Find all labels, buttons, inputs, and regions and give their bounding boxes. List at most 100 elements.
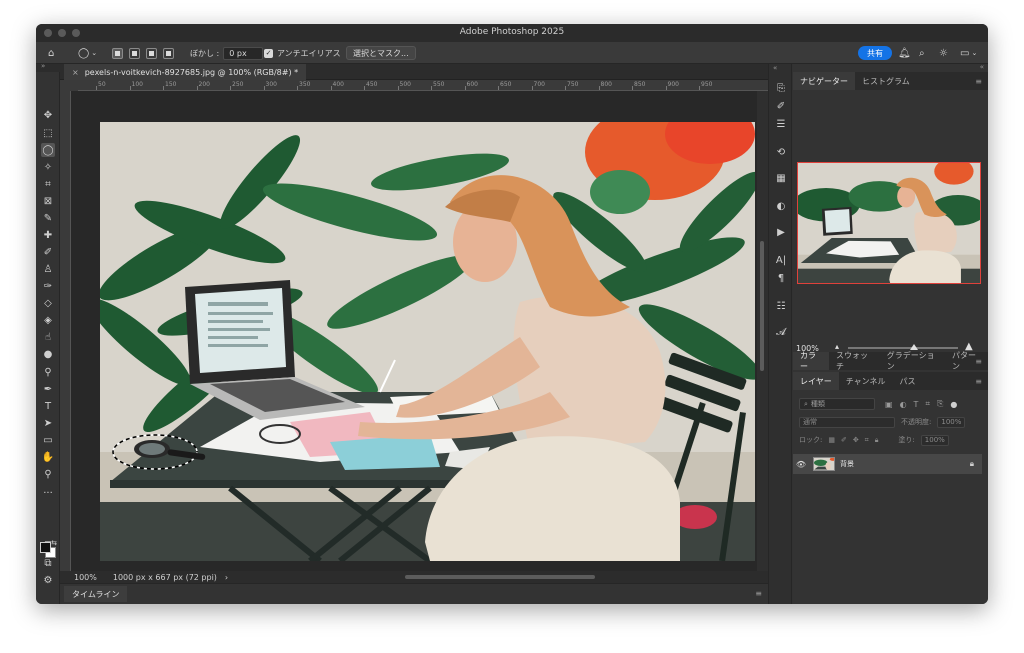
dock-collapse-icon[interactable]: «	[980, 63, 984, 71]
eraser-tool-icon[interactable]: ◇	[41, 296, 55, 310]
tab-color[interactable]: カラー	[793, 351, 830, 371]
healing-brush-tool-icon[interactable]: ✚	[41, 228, 55, 242]
collapse-icon[interactable]: «	[773, 64, 777, 72]
filter-adjustment-icon[interactable]: ◐	[900, 400, 907, 409]
filter-pixel-icon[interactable]: ▣	[885, 400, 893, 409]
hand-tool-icon[interactable]: ✋	[41, 450, 55, 464]
document-info-arrow-icon[interactable]: ›	[225, 573, 228, 582]
search-icon[interactable]: ⌕	[919, 46, 925, 60]
navigator-preview[interactable]	[797, 162, 981, 284]
magic-wand-tool-icon[interactable]: ✧	[41, 160, 55, 174]
horizontal-ruler[interactable]: 50 100 150 200 250 300 350 400 450 500 550 600 650 70…	[78, 80, 768, 91]
filter-smart-object-icon[interactable]: ⎘	[937, 399, 943, 409]
actions-panel-icon[interactable]: ▶	[775, 226, 787, 238]
fill-input[interactable]: 100%	[920, 434, 949, 446]
path-selection-tool-icon[interactable]: ➤	[41, 416, 55, 430]
rectangle-tool-icon[interactable]: ▭	[41, 433, 55, 447]
lasso-preset-icon[interactable]: ◯ ⌄	[78, 46, 97, 60]
swatches-menu-icon[interactable]: ≡	[975, 357, 982, 366]
horizontal-scroll-thumb[interactable]	[405, 575, 595, 579]
canvas-image[interactable]	[100, 122, 755, 561]
workspace-icon[interactable]: ▭ ⌄	[960, 46, 977, 60]
edit-toolbar-icon[interactable]: ⚙	[41, 573, 55, 587]
libraries-panel-icon[interactable]: ▦	[775, 172, 787, 184]
brushes-panel-icon[interactable]: ✐	[775, 100, 787, 112]
pen-tool-icon[interactable]: ✒	[41, 382, 55, 396]
select-and-mask-button[interactable]: 選択とマスク...	[346, 46, 416, 60]
vertical-scrollbar[interactable]	[757, 91, 768, 571]
marquee-tool-icon[interactable]: ⬚	[41, 126, 55, 140]
new-selection-icon[interactable]	[112, 47, 123, 59]
paragraph-panel-icon[interactable]: ¶	[775, 272, 787, 284]
vertical-scroll-thumb[interactable]	[760, 241, 764, 371]
screen-mode-icon[interactable]: ⧉	[41, 556, 55, 570]
tab-navigator[interactable]: ナビゲーター	[793, 72, 855, 90]
ruler-tick-label: 250	[232, 81, 244, 88]
timeline-tab[interactable]: タイムライン	[64, 586, 128, 602]
filter-shape-icon[interactable]: ⌗	[925, 399, 930, 409]
frame-tool-icon[interactable]: ⊠	[41, 194, 55, 208]
ruler-tick-label: 700	[533, 81, 545, 88]
navigator-menu-icon[interactable]: ≡	[975, 77, 982, 86]
smudge-tool-icon[interactable]: ☝	[41, 330, 55, 344]
history-panel-icon[interactable]: ⎘	[775, 82, 787, 94]
ruler-tick-label: 400	[332, 81, 344, 88]
character-panel-icon[interactable]: A|	[775, 254, 787, 266]
document-tab[interactable]: × pexels-n-voitkevich-8927685.jpg @ 100%…	[64, 64, 307, 80]
brush-tool-icon[interactable]: ✐	[41, 245, 55, 259]
type-tool-icon[interactable]: T	[41, 399, 55, 413]
ruler-origin[interactable]	[60, 80, 78, 91]
lock-transparent-icon[interactable]: ▦	[828, 436, 835, 444]
notifications-bell-icon[interactable]: 🔔︎	[898, 46, 911, 60]
lock-all-icon[interactable]: 🔒︎	[875, 436, 879, 445]
filter-toggle-icon[interactable]: ●	[950, 400, 957, 409]
paint-bucket-tool-icon[interactable]: ◈	[41, 313, 55, 327]
adjustments-panel-icon[interactable]: ◐	[775, 200, 787, 212]
vertical-ruler[interactable]	[60, 91, 71, 571]
lock-paint-icon[interactable]: ✐	[841, 436, 847, 444]
blend-mode-select[interactable]: 通常	[799, 416, 895, 428]
eyedropper-tool-icon[interactable]: ✎	[41, 211, 55, 225]
glyphs-panel-icon[interactable]: 𝓐	[775, 326, 787, 338]
antialias-checkbox[interactable]: ✓	[264, 48, 273, 58]
dodge-tool-icon[interactable]: ●	[41, 347, 55, 361]
add-selection-icon[interactable]	[129, 47, 140, 59]
adjust-sliders-icon[interactable]: ☷	[775, 300, 787, 312]
layer-lock-icon[interactable]: 🔒︎	[970, 459, 974, 469]
crop-tool-icon[interactable]: ⌗	[41, 177, 55, 191]
close-tab-icon[interactable]: ×	[72, 68, 79, 77]
layer-filter-search[interactable]: ⌕ 種類	[799, 398, 875, 410]
filter-type-icon[interactable]: T	[914, 400, 919, 409]
lasso-tool-icon[interactable]: ◯	[41, 143, 55, 157]
foreground-color-swatch[interactable]	[40, 542, 51, 553]
properties-panel-icon[interactable]: ☰	[775, 118, 787, 130]
layer-row-background[interactable]: 👁︎ 背景 🔒︎	[793, 454, 982, 474]
tab-swatches[interactable]: スウォッチ	[829, 351, 880, 371]
subtract-selection-icon[interactable]	[146, 47, 157, 59]
tab-paths[interactable]: パス	[893, 372, 923, 390]
share-button[interactable]: 共有	[858, 46, 892, 60]
discover-lightbulb-icon[interactable]: ☼	[939, 46, 948, 60]
lock-position-icon[interactable]: ✥	[853, 436, 859, 444]
lock-artboard-icon[interactable]: ⌗	[865, 436, 869, 445]
intersect-selection-icon[interactable]	[163, 47, 174, 59]
feather-input[interactable]: 0 px	[223, 46, 264, 60]
tab-histogram[interactable]: ヒストグラム	[855, 72, 917, 90]
tab-layers[interactable]: レイヤー	[793, 372, 839, 390]
clone-stamp-tool-icon[interactable]: ♙	[41, 262, 55, 276]
history-brush-tool-icon[interactable]: ✑	[41, 279, 55, 293]
layers-menu-icon[interactable]: ≡	[975, 377, 982, 386]
history-log-icon[interactable]: ⟲	[775, 146, 787, 158]
home-icon[interactable]: ⌂	[48, 46, 54, 60]
timeline-menu-icon[interactable]: ≡	[755, 589, 762, 598]
move-tool-icon[interactable]: ✥	[41, 108, 55, 122]
zoom-tool-icon[interactable]: ⚲	[41, 467, 55, 481]
more-tools-icon[interactable]: ···	[41, 486, 55, 500]
tab-channels[interactable]: チャンネル	[839, 372, 893, 390]
layer-visibility-eye-icon[interactable]: 👁︎	[793, 460, 809, 469]
tab-gradients[interactable]: グラデーション	[880, 351, 945, 371]
navigator-zoom-slider[interactable]	[848, 347, 958, 349]
sponge-tool-icon[interactable]: ⚲	[41, 365, 55, 379]
zoom-readout[interactable]: 100%	[74, 573, 97, 582]
opacity-input[interactable]: 100%	[937, 416, 966, 428]
